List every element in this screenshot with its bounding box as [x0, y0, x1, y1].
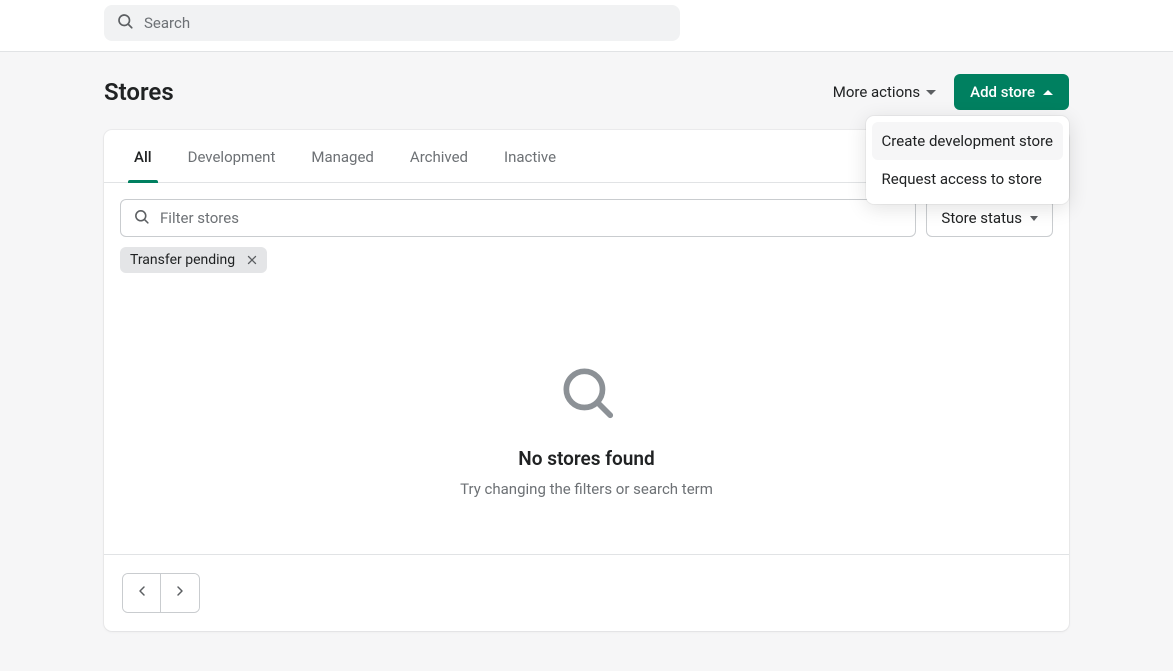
filter-search[interactable] — [120, 199, 916, 237]
chip-label: Transfer pending — [130, 252, 235, 268]
chevron-up-icon — [1043, 90, 1053, 95]
chevron-down-icon — [926, 90, 936, 95]
tab-development[interactable]: Development — [170, 130, 294, 182]
add-store-dropdown: Create development store Request access … — [866, 116, 1069, 204]
page-body: Stores More actions Add store Create dev… — [0, 52, 1173, 671]
pagination — [122, 573, 200, 613]
store-status-button[interactable]: Store status — [926, 199, 1053, 237]
filter-chip-transfer-pending[interactable]: Transfer pending — [120, 247, 267, 273]
empty-title: No stores found — [124, 447, 1049, 470]
add-store-button[interactable]: Add store — [954, 74, 1069, 110]
global-search[interactable] — [104, 5, 680, 41]
card-footer — [104, 554, 1069, 631]
header-actions: More actions Add store Create developmen… — [833, 74, 1069, 110]
chevron-left-icon — [134, 583, 150, 603]
more-actions-label: More actions — [833, 83, 920, 101]
empty-subtitle: Try changing the filters or search term — [124, 480, 1049, 498]
page-header: Stores More actions Add store Create dev… — [104, 74, 1069, 110]
more-actions-button[interactable]: More actions — [833, 83, 936, 101]
chevron-right-icon — [172, 583, 188, 603]
filter-search-input[interactable] — [160, 209, 903, 227]
dropdown-item-create-dev-store[interactable]: Create development store — [872, 122, 1063, 160]
store-status-label: Store status — [941, 209, 1022, 227]
search-icon — [124, 361, 1049, 423]
page-title: Stores — [104, 78, 174, 106]
global-search-input[interactable] — [144, 14, 668, 32]
filter-chips: Transfer pending — [104, 247, 1069, 289]
stores-card: All Development Managed Archived Inactiv… — [104, 130, 1069, 631]
tab-managed[interactable]: Managed — [293, 130, 392, 182]
dropdown-item-request-access[interactable]: Request access to store — [872, 160, 1063, 198]
next-page-button[interactable] — [161, 574, 199, 612]
tab-all[interactable]: All — [116, 130, 170, 182]
search-icon — [116, 12, 134, 34]
search-icon — [133, 208, 150, 229]
prev-page-button[interactable] — [123, 574, 161, 612]
top-bar — [0, 0, 1173, 52]
close-icon[interactable] — [243, 251, 261, 269]
empty-state: No stores found Try changing the filters… — [104, 289, 1069, 554]
add-store-label: Add store — [970, 83, 1035, 101]
chevron-down-icon — [1030, 216, 1038, 221]
tab-inactive[interactable]: Inactive — [486, 130, 574, 182]
tab-archived[interactable]: Archived — [392, 130, 486, 182]
